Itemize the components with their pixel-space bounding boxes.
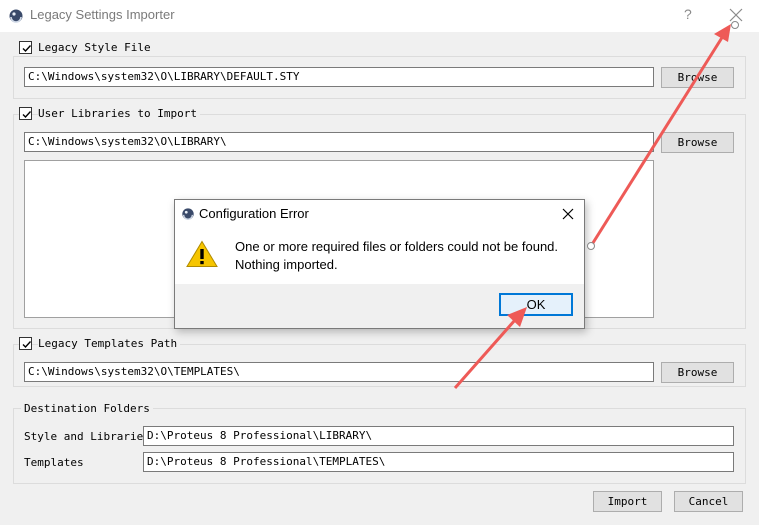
annotation-arrows <box>453 21 739 389</box>
arrow-to-close-icon <box>587 21 739 250</box>
arrow-to-ok-button <box>453 307 527 389</box>
